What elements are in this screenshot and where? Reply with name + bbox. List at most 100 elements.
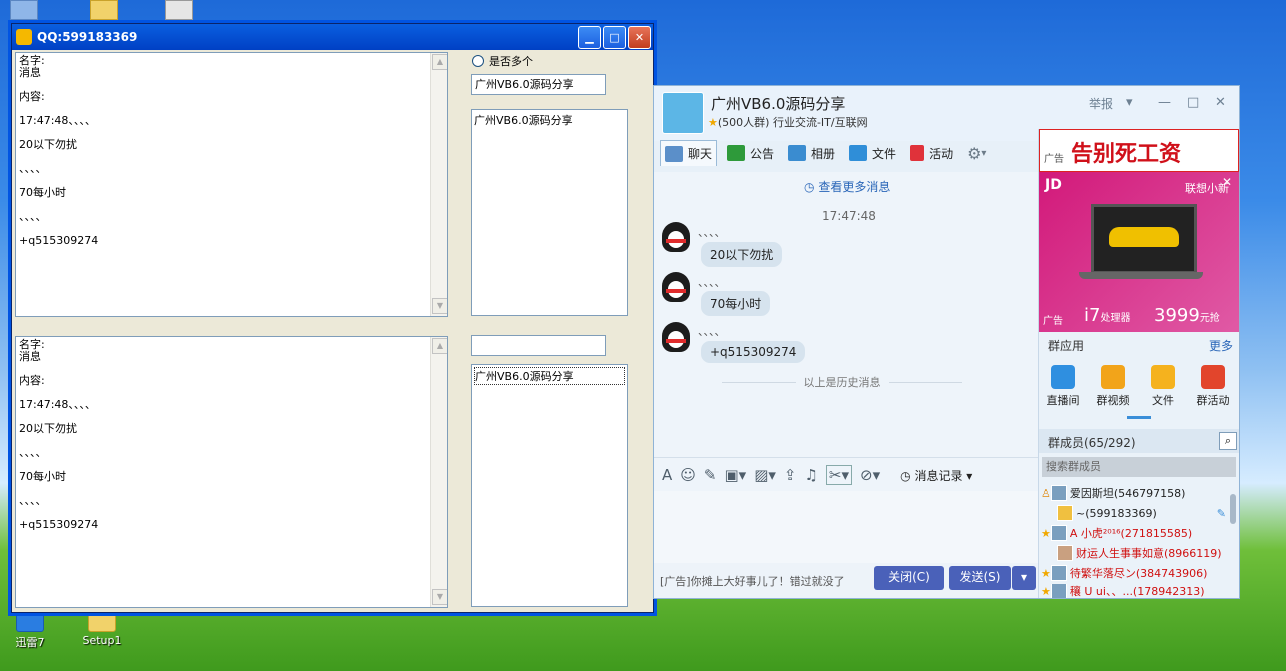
member-row[interactable]: ★ A 小虎²⁰¹⁶(271815585) [1041, 525, 1192, 541]
apps-more-link[interactable]: 更多 [1209, 337, 1233, 354]
minimize-icon[interactable]: — [1158, 95, 1171, 110]
member-row[interactable]: ★ 穰 U ui、、...(178942313) [1041, 584, 1205, 598]
message-time: 17:47:48 [822, 209, 876, 223]
chat-area[interactable]: ◷ 查看更多消息 17:47:48 、、、、 20以下勿扰 、、、、 70每小时… [654, 172, 1038, 457]
tab-files[interactable]: 文件 [845, 141, 900, 166]
dropdown-icon[interactable]: ▾ [1126, 95, 1133, 110]
message-textarea-bottom[interactable]: 名字: 消息 内容: 17:47:48、、、、 20以下勿扰 、、、、 70每小时… [15, 336, 448, 608]
multi-radio[interactable]: 是否多个 [472, 53, 533, 69]
flag-icon [727, 145, 746, 161]
tab-notice[interactable]: 公告 [723, 141, 778, 166]
search-icon[interactable]: ⌕ [1219, 432, 1237, 450]
group-listbox-bottom[interactable]: 广州VB6.0源码分享 [471, 364, 628, 607]
desktop-folder-icon[interactable] [165, 0, 193, 20]
price-label: 3999元抢 [1154, 305, 1220, 326]
text-line [19, 151, 444, 163]
group-name[interactable]: 广州VB6.0源码分享 [711, 93, 845, 114]
star-icon: ★ [1041, 566, 1051, 580]
scroll-up-icon[interactable]: ▲ [432, 338, 447, 354]
list-item[interactable]: 广州VB6.0源码分享 [474, 367, 625, 385]
upload-icon[interactable]: ⇪ [784, 466, 797, 484]
group-name-textbox[interactable]: 广州VB6.0源码分享 [471, 74, 606, 95]
scroll-up-icon[interactable]: ▲ [432, 54, 447, 70]
avatar[interactable] [662, 272, 690, 302]
text-line: +q515309274 [19, 234, 99, 247]
qq-chat-window: 广州VB6.0源码分享 ★(500人群) 行业交流-IT/互联网 举报 ▾ — … [653, 85, 1240, 599]
image-icon[interactable]: ▨▾ [754, 466, 776, 484]
text-line: 20以下勿扰 [19, 138, 77, 151]
message-textarea-top[interactable]: 名字: 消息 内容: 17:47:48、、、、 20以下勿扰 、、、、 70每小时… [15, 52, 448, 317]
scroll-down-icon[interactable]: ▼ [432, 589, 447, 605]
send-button[interactable]: 发送(S) [949, 566, 1011, 590]
text-line: 内容: [19, 374, 45, 387]
ad-banner-top[interactable]: 广告 告别死工资 [1039, 129, 1239, 172]
vb-titlebar[interactable]: QQ:599183369 ▁ □ ✕ [12, 24, 653, 50]
group-listbox-top[interactable]: 广州VB6.0源码分享 [471, 109, 628, 316]
message-input[interactable] [654, 491, 1038, 563]
text-line [19, 175, 444, 187]
edit-icon[interactable]: ✎ [1217, 507, 1226, 520]
member-row[interactable]: ★ 待繁华落尽ン(384743906) [1041, 565, 1207, 581]
minimize-button[interactable]: ▁ [578, 25, 601, 49]
scrollbar[interactable] [1230, 494, 1236, 524]
see-more-link[interactable]: ◷ 查看更多消息 [804, 178, 890, 195]
maximize-icon[interactable]: □ [1187, 95, 1199, 110]
vb-window-title: QQ:599183369 [37, 30, 138, 44]
text-line: 70每小时 [19, 470, 66, 483]
avatar[interactable] [662, 322, 690, 352]
owner-icon: ♙ [1041, 486, 1051, 500]
text-line: 17:47:48、、、、 [19, 114, 96, 127]
text-line: 20以下勿扰 [19, 422, 77, 435]
tab-album[interactable]: 相册 [784, 141, 839, 166]
message-record-button[interactable]: ◷ 消息记录 ▾ [900, 467, 972, 484]
apps-title: 群应用 [1048, 339, 1085, 353]
send-options-button[interactable]: ▾ [1012, 566, 1036, 590]
settings-menu[interactable]: ⚙ ▾ [963, 140, 990, 167]
close-icon[interactable]: ✕ [1215, 95, 1226, 110]
member-row[interactable]: ♙ 爱因斯坦(546797158) [1041, 485, 1185, 501]
magic-icon[interactable]: ✎ [704, 466, 717, 484]
second-textbox[interactable] [471, 335, 606, 356]
app-activity[interactable]: 群活动 [1191, 365, 1235, 408]
message-bubble[interactable]: 20以下勿扰 [701, 242, 783, 267]
close-chat-button[interactable]: 关闭(C) [874, 566, 944, 590]
member-search-input[interactable]: 搜索群成员 [1042, 457, 1236, 477]
app-video[interactable]: 群视频 [1091, 365, 1135, 408]
group-avatar[interactable] [662, 92, 704, 134]
ad-text[interactable]: [广告]你摊上大好事儿了！错过就没了 [660, 573, 845, 589]
avatar[interactable] [662, 222, 690, 252]
members-title: 群成员(65/292) [1048, 436, 1136, 450]
music-icon[interactable]: ♫ [804, 466, 817, 484]
report-link[interactable]: 举报 [1089, 95, 1113, 112]
message-bubble[interactable]: 70每小时 [701, 291, 771, 316]
gift-icon[interactable]: ▣▾ [724, 466, 746, 484]
member-row[interactable]: 财运人生事事如意(8966119) [1057, 545, 1222, 561]
desktop-folder-icon[interactable] [90, 0, 118, 20]
scroll-down-icon[interactable]: ▼ [432, 298, 447, 314]
font-icon[interactable]: A [662, 466, 672, 484]
ad-banner-laptop[interactable]: JD 联想小新 ✕ 广告 i7处理器 3999元抢 [1039, 172, 1239, 332]
sender-name: 、、、、 [698, 226, 726, 239]
folder-icon [1151, 365, 1175, 389]
message-bubble[interactable]: +q515309274 [701, 341, 806, 363]
block-icon[interactable]: ⊘▾ [860, 466, 880, 484]
live-icon [1051, 365, 1075, 389]
app-files[interactable]: 文件 [1141, 365, 1185, 408]
text-line [19, 199, 444, 211]
tab-chat[interactable]: 聊天 [660, 140, 718, 166]
list-item[interactable]: 广州VB6.0源码分享 [474, 112, 625, 128]
members-header: 群成员(65/292) ⌕ [1039, 429, 1239, 453]
avatar [1050, 565, 1067, 581]
close-button[interactable]: ✕ [628, 25, 651, 49]
maximize-button[interactable]: □ [603, 25, 626, 49]
scrollbar[interactable]: ▲ ▼ [430, 53, 447, 316]
close-icon[interactable]: ✕ [1222, 175, 1232, 189]
scrollbar[interactable]: ▲ ▼ [430, 337, 447, 607]
app-live[interactable]: 直播间 [1041, 365, 1085, 408]
screenshot-icon[interactable]: ✂▾ [825, 465, 853, 485]
desktop-folder-icon[interactable] [10, 0, 38, 20]
page-indicator [1127, 416, 1151, 419]
member-row[interactable]: ~(599183369) ✎ [1057, 505, 1226, 521]
tab-activity[interactable]: 活动 [906, 141, 957, 166]
emoji-icon[interactable]: ☺ [680, 466, 696, 484]
